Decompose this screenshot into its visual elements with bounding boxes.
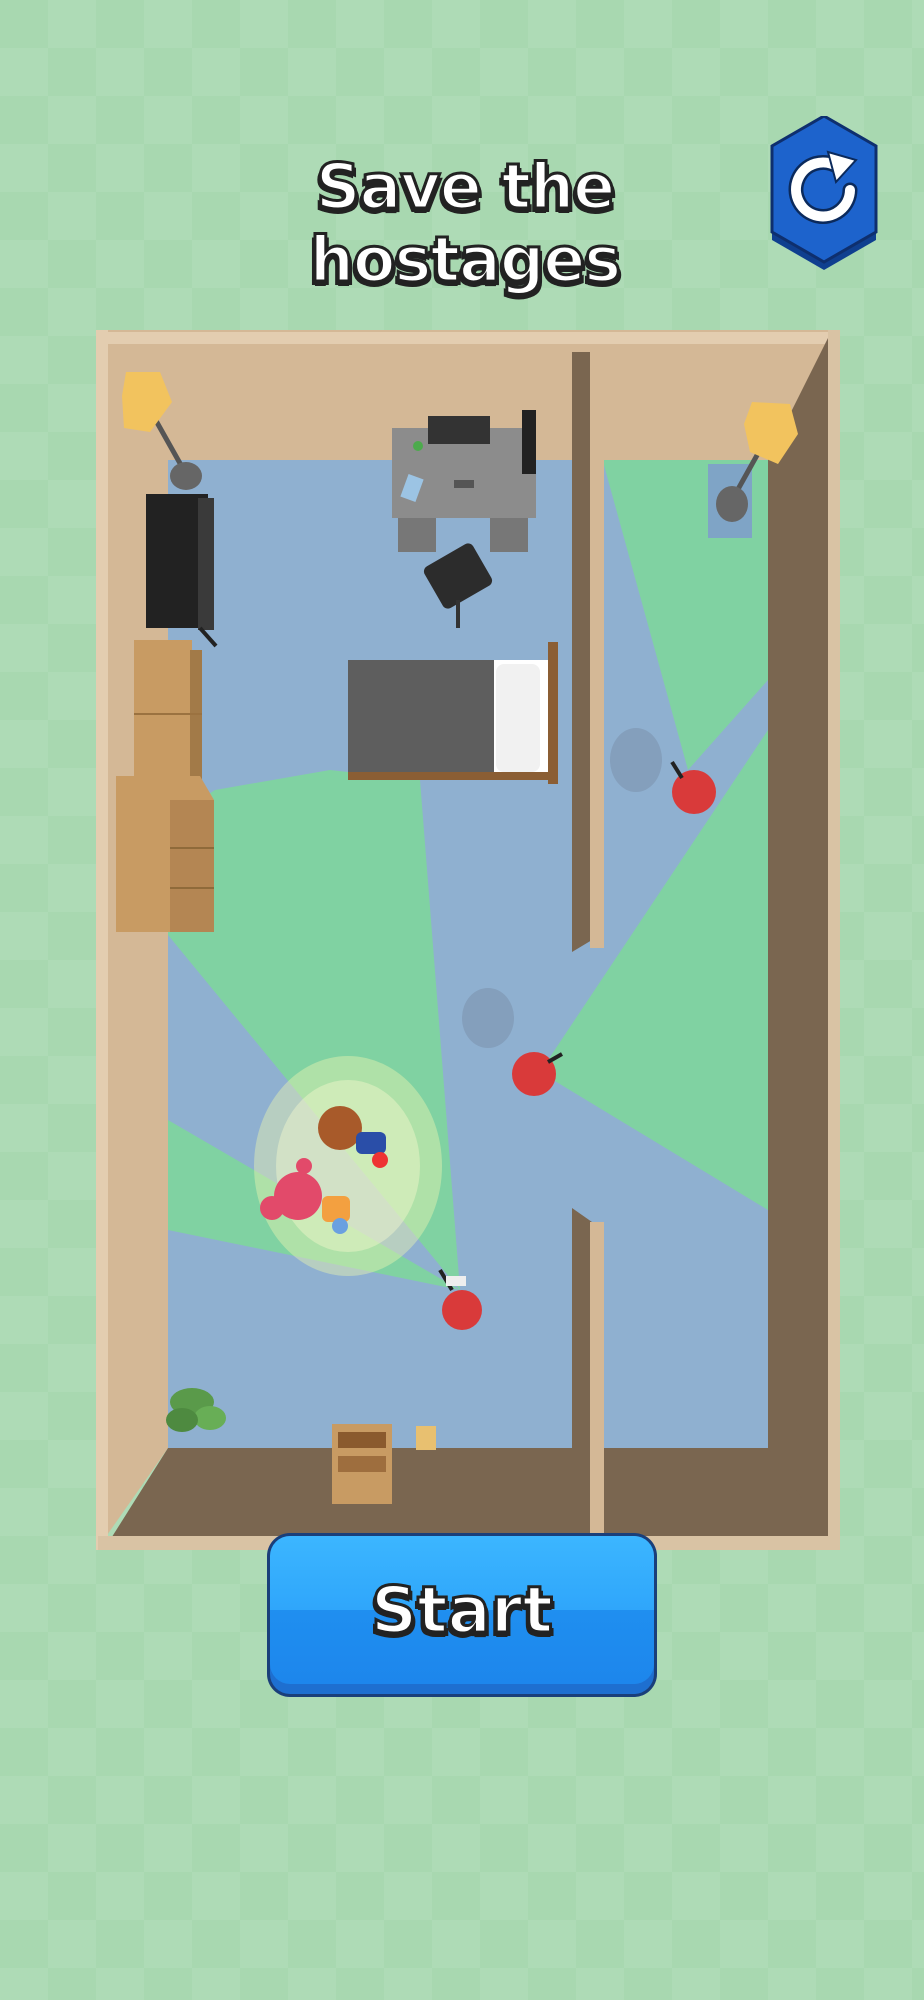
start-button[interactable]: Start [270, 1536, 654, 1694]
black-cabinet [146, 494, 218, 648]
dresser [116, 776, 214, 932]
wardrobe [134, 640, 202, 790]
wall-bottom [110, 1448, 830, 1540]
bed [348, 642, 558, 784]
game-board[interactable] [0, 0, 924, 2000]
hostage-group[interactable] [254, 1056, 442, 1276]
start-button-label: Start [369, 1573, 554, 1650]
